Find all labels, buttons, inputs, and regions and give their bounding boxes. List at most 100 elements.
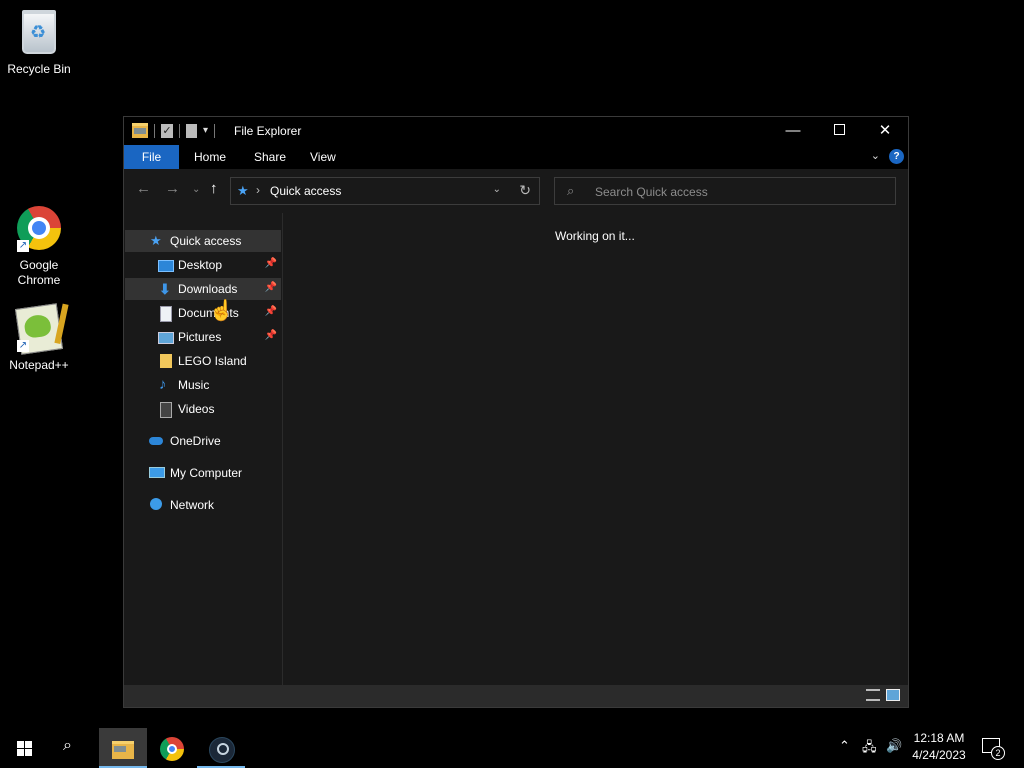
address-bar[interactable]: ★ › Quick access ⌄ ↻: [230, 177, 540, 205]
quick-access-toolbar: ✓ ▾: [132, 123, 216, 138]
navigation-pane: ★ Quick access Desktop 📌 ⬇ Downloads 📌 D…: [124, 213, 283, 685]
nav-item-music[interactable]: ♪ Music: [125, 374, 281, 396]
close-button[interactable]: ✕: [862, 117, 908, 145]
desktop-icon-google-chrome[interactable]: ↗ Google Chrome: [1, 204, 77, 288]
pin-icon[interactable]: 📌: [265, 258, 277, 269]
refresh-icon[interactable]: ↻: [519, 182, 531, 199]
large-icons-view-icon[interactable]: [886, 689, 900, 701]
properties-icon[interactable]: ✓: [161, 123, 173, 138]
system-clock[interactable]: 12:18 AM 4/24/2023: [906, 730, 972, 764]
tab-home[interactable]: Home: [180, 145, 240, 169]
clock-time: 12:18 AM: [913, 731, 965, 745]
maximize-button[interactable]: [816, 117, 862, 145]
minimize-button[interactable]: —: [770, 117, 816, 145]
toolbar-separator: [154, 123, 155, 138]
file-explorer-icon: [112, 741, 134, 759]
recycle-bin-icon: [15, 10, 63, 58]
nav-item-lego-island[interactable]: LEGO Island: [125, 350, 281, 372]
desktop-icon: [158, 260, 174, 272]
breadcrumb[interactable]: Quick access: [270, 184, 341, 198]
taskbar: ⌕ ⌃ 🖧 🔊 12:18 AM 4/24/2023 2: [0, 728, 1024, 768]
steam-icon: [209, 737, 235, 763]
quick-access-star-icon: ★: [237, 183, 249, 198]
toolbar-separator: [179, 123, 180, 138]
nav-item-label: My Computer: [170, 466, 243, 480]
nav-item-label: LEGO Island: [178, 354, 247, 368]
nav-item-desktop[interactable]: Desktop 📌: [125, 254, 281, 276]
desktop-icon-notepad-plus-plus[interactable]: ↗ Notepad++: [1, 303, 77, 373]
nav-item-label: Music: [178, 378, 210, 392]
start-button[interactable]: [0, 728, 48, 768]
desktop-icon-label: Recycle Bin: [7, 62, 71, 76]
nav-item-label: OneDrive: [170, 434, 221, 448]
volume-icon[interactable]: 🔊: [886, 738, 902, 754]
nav-item-network[interactable]: Network: [125, 494, 281, 516]
toolbar-separator: [214, 123, 216, 138]
forward-arrow-icon[interactable]: →: [165, 180, 180, 197]
nav-item-quick-access[interactable]: ★ Quick access: [125, 230, 281, 252]
cloud-icon: [149, 437, 163, 445]
pin-icon[interactable]: 📌: [265, 282, 277, 293]
file-explorer-window: ✓ ▾ File Explorer — ✕ File Home Share Vi…: [123, 116, 909, 708]
music-icon: ♪: [159, 376, 167, 393]
nav-item-label: Downloads: [178, 282, 238, 296]
loading-status-text: Working on it...: [555, 229, 635, 243]
nav-item-downloads[interactable]: ⬇ Downloads 📌: [125, 278, 281, 300]
search-icon: ⌕: [567, 183, 575, 198]
customize-toolbar-dropdown-icon[interactable]: ▾: [203, 125, 208, 136]
up-arrow-icon[interactable]: ↑: [210, 180, 218, 197]
videos-icon: [160, 402, 172, 418]
breadcrumb-separator-icon[interactable]: ›: [256, 183, 260, 197]
content-pane[interactable]: Working on it...: [283, 213, 908, 685]
search-box[interactable]: ⌕: [554, 177, 896, 205]
ribbon-tabs: File Home Share View ⌄ ?: [124, 145, 908, 169]
star-icon: ★: [150, 233, 162, 248]
title-bar[interactable]: ✓ ▾ File Explorer — ✕: [124, 117, 908, 145]
clock-date: 4/24/2023: [912, 748, 966, 762]
tab-share[interactable]: Share: [240, 145, 300, 169]
nav-item-my-computer[interactable]: My Computer: [125, 462, 281, 484]
expand-ribbon-chevron-icon[interactable]: ⌄: [871, 149, 880, 162]
chrome-icon: ↗: [15, 206, 63, 254]
nav-item-videos[interactable]: Videos: [125, 398, 281, 420]
details-view-icon[interactable]: [866, 689, 880, 701]
nav-item-label: Quick access: [170, 234, 242, 248]
search-icon: ⌕: [63, 737, 72, 754]
back-arrow-icon[interactable]: ←: [136, 180, 151, 197]
taskbar-chrome[interactable]: [148, 728, 196, 768]
tab-file[interactable]: File: [124, 145, 179, 169]
tab-view[interactable]: View: [296, 145, 350, 169]
notepad-plus-plus-icon: ↗: [15, 303, 63, 355]
pin-icon[interactable]: 📌: [265, 306, 277, 317]
folder-icon: [160, 354, 172, 368]
documents-icon: [160, 306, 172, 322]
maximize-icon: [833, 124, 845, 135]
desktop-icon-label: Google Chrome: [17, 258, 61, 287]
computer-icon: [149, 467, 165, 478]
nav-item-pictures[interactable]: Pictures 📌: [125, 326, 281, 348]
nav-item-label: Pictures: [178, 330, 222, 344]
new-folder-icon[interactable]: [186, 123, 197, 138]
search-input[interactable]: [593, 182, 887, 202]
taskbar-steam[interactable]: [197, 728, 245, 768]
network-tray-icon[interactable]: 🖧: [862, 738, 877, 760]
address-dropdown-icon[interactable]: ⌄: [493, 184, 501, 195]
taskbar-file-explorer[interactable]: [99, 728, 147, 768]
explorer-folder-icon: [132, 123, 148, 138]
windows-logo-icon: [17, 741, 32, 756]
nav-item-onedrive[interactable]: OneDrive: [125, 430, 281, 452]
nav-item-documents[interactable]: Documents 📌: [125, 302, 281, 324]
recent-locations-chevron-icon[interactable]: ⌄: [192, 184, 200, 195]
nav-item-label: Videos: [178, 402, 215, 416]
desktop-icon-label: Notepad++: [9, 358, 69, 372]
help-icon[interactable]: ?: [889, 149, 904, 164]
nav-item-label: Desktop: [178, 258, 223, 272]
pin-icon[interactable]: 📌: [265, 330, 277, 341]
show-hidden-icons-chevron-icon[interactable]: ⌃: [839, 738, 850, 754]
window-title: File Explorer: [234, 124, 302, 138]
network-icon: [150, 498, 162, 510]
hand-cursor-icon: ☝: [209, 300, 234, 322]
taskbar-search-button[interactable]: ⌕: [48, 728, 96, 768]
chrome-icon: [160, 737, 184, 761]
desktop-icon-recycle-bin[interactable]: Recycle Bin: [1, 6, 77, 77]
